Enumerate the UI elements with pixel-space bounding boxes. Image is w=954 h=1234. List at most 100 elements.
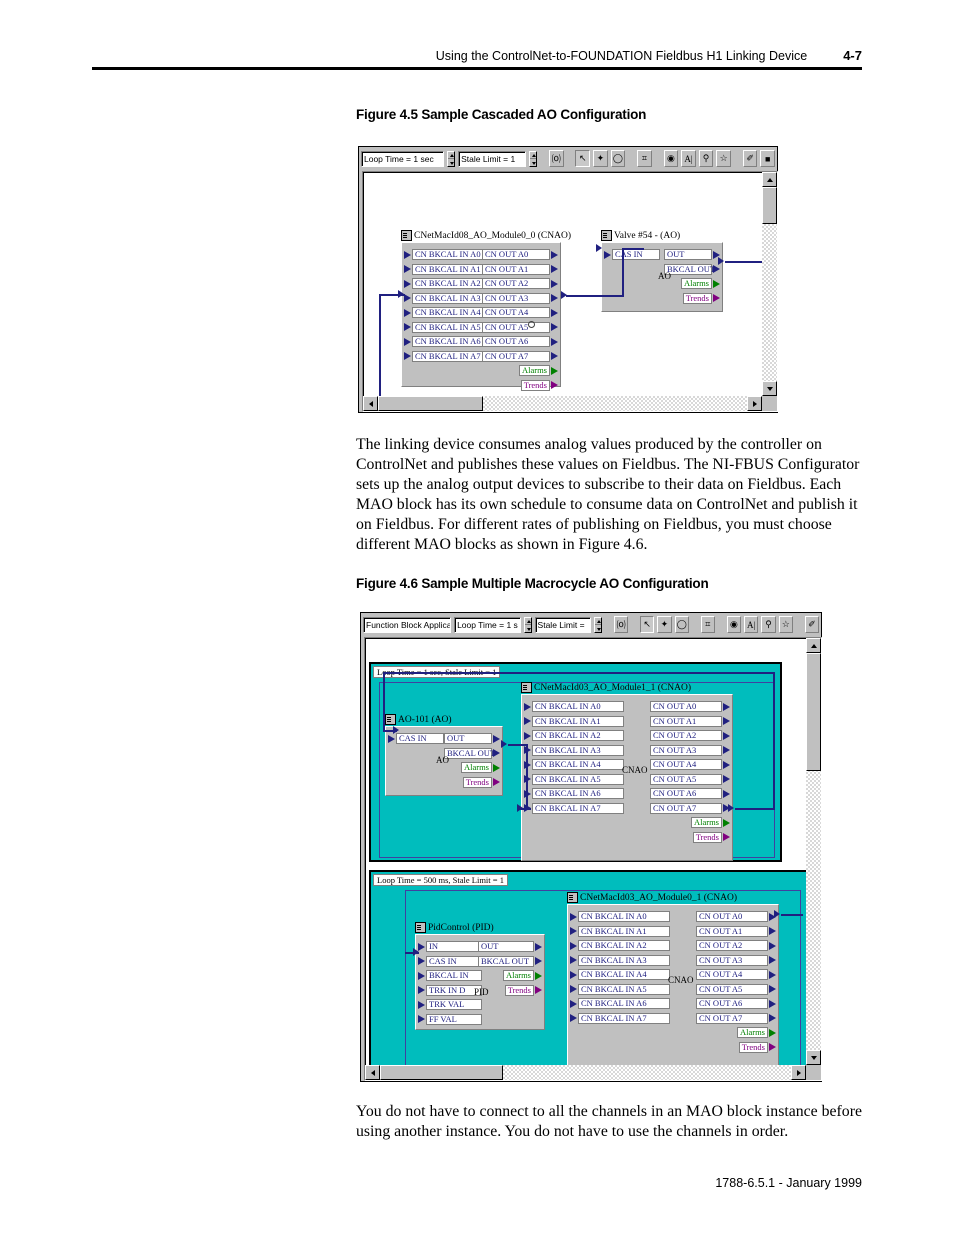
pointer-tool-icon[interactable]: ↖ xyxy=(639,616,655,633)
output-port-cn-out-a7[interactable]: CN OUT A7 xyxy=(650,802,730,814)
scroll-right-button[interactable] xyxy=(747,396,762,411)
output-port-cn-out-a7[interactable]: CN OUT A7 xyxy=(482,350,558,362)
alarms-port[interactable]: Alarms xyxy=(518,365,558,376)
output-port-cn-out-a7[interactable]: CN OUT A7 xyxy=(696,1012,776,1024)
input-port-cn-bkcal-in-a6[interactable]: CN BKCAL IN A6 xyxy=(524,788,624,799)
trends-port[interactable]: Trends xyxy=(692,831,730,843)
output-port-cn-out-a6[interactable]: CN OUT A6 xyxy=(696,998,776,1009)
output-port-bkcal-out[interactable]: BKCAL OUT xyxy=(444,747,500,759)
input-port-bkcal-in[interactable]: BKCAL IN xyxy=(418,970,482,981)
input-port-cas-in[interactable]: CAS IN xyxy=(604,249,660,260)
highlight-icon[interactable]: ◉ xyxy=(726,616,742,633)
input-port-cas-in[interactable]: CAS IN xyxy=(388,733,444,744)
output-port-cn-out-a2[interactable]: CN OUT A2 xyxy=(650,730,730,741)
output-port-cn-out-a5[interactable]: CN OUT A5 xyxy=(482,321,558,333)
input-port-cn-bkcal-in-a1[interactable]: CN BKCAL IN A1 xyxy=(404,263,484,275)
block-menu-icon[interactable] xyxy=(401,230,412,241)
output-port-bkcal-out[interactable]: BKCAL OUT xyxy=(478,955,542,967)
input-port-cn-bkcal-in-a1[interactable]: CN BKCAL IN A1 xyxy=(524,715,624,727)
input-port-trk-in-d[interactable]: TRK IN D xyxy=(418,984,482,996)
input-port-cas-in[interactable]: CAS IN xyxy=(418,955,482,967)
figure-4-6-horizontal-scrollbar[interactable] xyxy=(365,1065,806,1080)
output-port-cn-out-a0[interactable]: CN OUT A0 xyxy=(650,701,730,712)
input-port-ff-val[interactable]: FF VAL xyxy=(418,1013,482,1025)
output-port-cn-out-a6[interactable]: CN OUT A6 xyxy=(482,336,558,347)
input-port-cn-bkcal-in-a2[interactable]: CN BKCAL IN A2 xyxy=(404,278,484,289)
trends-port[interactable]: Trends xyxy=(682,292,720,304)
application-name-field[interactable]: Function Block Applicati xyxy=(363,616,452,633)
stale-limit-field[interactable]: Stale Limit = 1 xyxy=(458,150,527,167)
trends-port[interactable]: Trends xyxy=(520,379,558,391)
scroll-down-button[interactable] xyxy=(762,381,777,396)
scroll-left-button[interactable] xyxy=(363,396,378,411)
trends-port[interactable]: Trends xyxy=(462,776,500,788)
function-block-cnao-module1-1[interactable]: CNetMacId03_AO_Module1_1 (CNAO) CN BKCAL … xyxy=(521,682,733,861)
function-block-pid-control[interactable]: PidControl (PID) IN CAS IN BKCAL IN TRK IN D… xyxy=(415,922,545,1030)
input-port-cn-bkcal-in-a2[interactable]: CN BKCAL IN A2 xyxy=(570,940,670,951)
input-port-cn-bkcal-in-a0[interactable]: CN BKCAL IN A0 xyxy=(570,911,670,922)
scroll-down-button[interactable] xyxy=(806,1050,821,1065)
scroll-right-button[interactable] xyxy=(791,1065,806,1080)
trends-port[interactable]: Trends xyxy=(738,1041,776,1053)
input-port-cn-bkcal-in-a4[interactable]: CN BKCAL IN A4 xyxy=(524,759,624,770)
scroll-thumb[interactable] xyxy=(762,187,777,224)
block-menu-icon[interactable] xyxy=(385,714,396,725)
input-port-cn-bkcal-in-a7[interactable]: CN BKCAL IN A7 xyxy=(570,1012,670,1024)
block-palette-icon[interactable]: ⌗ xyxy=(637,150,652,167)
alarms-port[interactable]: Alarms xyxy=(690,817,730,828)
output-port-cn-out-a3[interactable]: CN OUT A3 xyxy=(482,292,558,304)
block-menu-icon[interactable] xyxy=(601,230,612,241)
spinner-control[interactable] xyxy=(594,616,603,633)
spinner-control[interactable] xyxy=(447,150,456,167)
zoom-icon[interactable]: ⚲ xyxy=(761,616,776,633)
input-port-cn-bkcal-in-a6[interactable]: CN BKCAL IN A6 xyxy=(570,998,670,1009)
output-port-cn-out-a5[interactable]: CN OUT A5 xyxy=(696,983,776,995)
function-block-valve-54[interactable]: Valve #54 - (AO) CAS IN OUT BKCAL OUT Alarms… xyxy=(601,230,723,312)
input-port-cn-bkcal-in-a0[interactable]: CN BKCAL IN A0 xyxy=(404,249,484,260)
ellipse-tool-icon[interactable]: ◯ xyxy=(674,616,689,633)
output-port-cn-out-a1[interactable]: CN OUT A1 xyxy=(482,263,558,275)
output-port-cn-out-a5[interactable]: CN OUT A5 xyxy=(650,773,730,785)
scroll-up-button[interactable] xyxy=(806,638,821,653)
output-port-cn-out-a2[interactable]: CN OUT A2 xyxy=(696,940,776,951)
figure-4-5-vertical-scrollbar[interactable] xyxy=(762,172,777,396)
fill-color-icon[interactable]: ✐ xyxy=(742,150,758,167)
fill-color-icon[interactable]: ✐ xyxy=(804,616,820,633)
output-port-cn-out-a2[interactable]: CN OUT A2 xyxy=(482,278,558,289)
output-port-bkcal-out[interactable]: BKCAL OUT xyxy=(664,263,720,275)
input-port-cn-bkcal-in-a3[interactable]: CN BKCAL IN A3 xyxy=(524,744,624,756)
output-port-cn-out-a6[interactable]: CN OUT A6 xyxy=(650,788,730,799)
pointer-tool-icon[interactable]: ↖ xyxy=(575,150,591,167)
input-port-cn-bkcal-in-a4[interactable]: CN BKCAL IN A4 xyxy=(404,307,484,318)
input-port-trk-val[interactable]: TRK VAL xyxy=(418,999,482,1010)
connect-tool-icon[interactable]: ✦ xyxy=(593,150,608,167)
scroll-left-button[interactable] xyxy=(365,1065,380,1080)
alarms-port[interactable]: Alarms xyxy=(502,970,542,981)
up-level-icon[interactable]: ☆ xyxy=(778,616,793,633)
input-port-cn-bkcal-in-a7[interactable]: CN BKCAL IN A7 xyxy=(404,350,484,362)
output-port-cn-out-a0[interactable]: CN OUT A0 xyxy=(482,249,558,260)
spinner-control[interactable] xyxy=(523,616,532,633)
function-block-cnao-module0-1[interactable]: CNetMacId03_AO_Module0_1 (CNAO) CN BKCAL … xyxy=(567,892,779,1071)
scroll-thumb[interactable] xyxy=(806,653,821,771)
block-menu-icon[interactable] xyxy=(415,922,426,933)
input-port-cn-bkcal-in-a1[interactable]: CN BKCAL IN A1 xyxy=(570,925,670,937)
function-block-ao-101[interactable]: AO-101 (AO) CAS IN OUT BKCAL OUT Alarms Trend… xyxy=(385,714,503,796)
input-port-cn-bkcal-in-a3[interactable]: CN BKCAL IN A3 xyxy=(404,292,484,304)
output-port-out[interactable]: OUT xyxy=(444,733,500,744)
ellipse-tool-icon[interactable]: ◯ xyxy=(610,150,626,167)
block-menu-icon[interactable] xyxy=(521,682,532,693)
output-port-cn-out-a1[interactable]: CN OUT A1 xyxy=(696,925,776,937)
output-port-cn-out-a3[interactable]: CN OUT A3 xyxy=(696,954,776,966)
color-swatch-icon[interactable]: ■ xyxy=(760,150,776,167)
output-port-cn-out-a3[interactable]: CN OUT A3 xyxy=(650,744,730,756)
output-port-cn-out-a4[interactable]: CN OUT A4 xyxy=(482,307,558,318)
function-block-cnao-module0-0[interactable]: CNetMacId08_AO_Module0_0 (CNAO) CN BKCAL … xyxy=(401,230,571,391)
macrocycle-panel-bottom[interactable]: Loop Time = 500 ms, Stale Limit = 1 PidCo… xyxy=(369,870,809,1072)
block-info-icon[interactable]: ⒪ xyxy=(548,150,564,167)
loop-time-field[interactable]: Loop Time = 1 s xyxy=(454,616,521,633)
block-menu-icon[interactable] xyxy=(567,892,578,903)
input-port-cn-bkcal-in-a5[interactable]: CN BKCAL IN A5 xyxy=(404,321,484,333)
stale-limit-field[interactable]: Stale Limit = xyxy=(534,616,592,633)
output-port-cn-out-a4[interactable]: CN OUT A4 xyxy=(650,759,730,770)
